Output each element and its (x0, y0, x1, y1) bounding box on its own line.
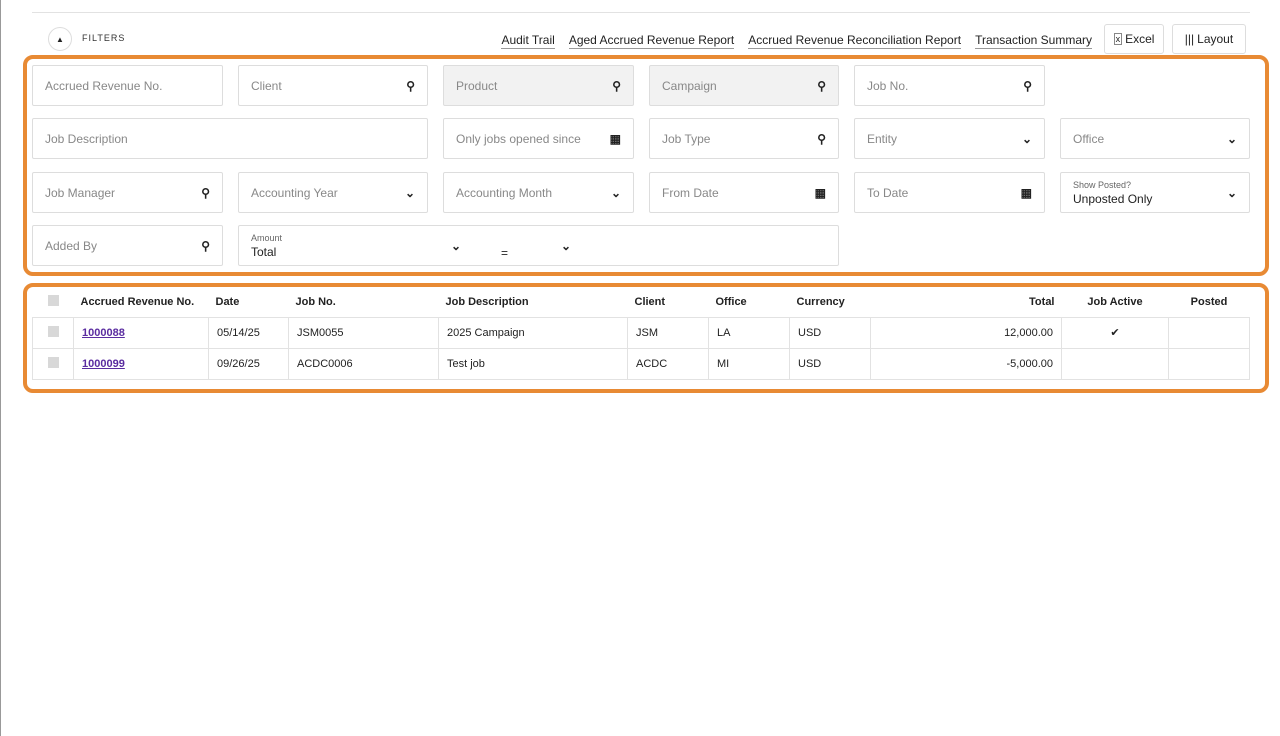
chevron-down-icon: ⌄ (1021, 131, 1032, 146)
col-header[interactable]: Total (871, 288, 1062, 317)
table-row: 1000088 05/14/25 JSM0055 2025 Campaign J… (32, 316, 1250, 349)
chevron-down-icon: ⌄ (1226, 131, 1237, 146)
job-description-input[interactable]: Job Description (32, 118, 428, 159)
search-icon: ⚲ (201, 185, 210, 200)
calendar-icon: ▦ (609, 131, 621, 146)
added-by-input[interactable]: Added By ⚲ (32, 225, 223, 266)
transaction-summary-link[interactable]: Transaction Summary (975, 33, 1092, 49)
col-header[interactable]: Accrued Revenue No. (74, 288, 209, 317)
amount-filter[interactable]: Amount Total ⌄ = ⌄ (238, 225, 839, 266)
job-no-input[interactable]: Job No. ⚲ (854, 65, 1045, 106)
accrued-no-link[interactable]: 1000099 (82, 358, 125, 370)
chevron-down-icon[interactable]: ⌄ (561, 239, 571, 253)
amount-operator[interactable]: = (501, 246, 561, 260)
posted-cell (1168, 316, 1250, 349)
col-header[interactable]: Currency (790, 288, 871, 317)
table-row: 1000099 09/26/25 ACDC0006 Test job ACDC … (32, 347, 1250, 380)
search-icon: ⚲ (817, 78, 826, 93)
select-all-checkbox[interactable] (47, 295, 59, 307)
search-icon: ⚲ (817, 131, 826, 146)
job-active-cell (1061, 347, 1169, 380)
columns-icon: ||| (1184, 32, 1195, 46)
date-cell: 09/26/25 (208, 347, 289, 380)
reconciliation-report-link[interactable]: Accrued Revenue Reconciliation Report (748, 33, 962, 49)
opened-since-date[interactable]: Only jobs opened since ▦ (443, 118, 634, 159)
accounting-year-select[interactable]: Accounting Year ⌄ (238, 172, 428, 213)
search-icon: ⚲ (201, 238, 210, 253)
office-cell: MI (708, 347, 790, 380)
col-header[interactable]: Client (628, 288, 709, 317)
total-cell: -5,000.00 (870, 347, 1062, 380)
results-table: Accrued Revenue No. Date Job No. Job Des… (32, 288, 1250, 380)
checkmark-icon: ✔ (1061, 316, 1169, 349)
office-cell: LA (708, 316, 790, 349)
to-date-input[interactable]: To Date ▦ (854, 172, 1045, 213)
col-header[interactable]: Job No. (289, 288, 439, 317)
excel-label: Excel (1125, 32, 1155, 46)
chevron-down-icon: ⌄ (610, 185, 621, 200)
col-header[interactable]: Posted (1169, 288, 1250, 317)
total-cell: 12,000.00 (870, 316, 1062, 349)
client-cell: JSM (627, 316, 709, 349)
job-manager-input[interactable]: Job Manager ⚲ (32, 172, 223, 213)
job-no-cell: ACDC0006 (288, 347, 439, 380)
job-type-input[interactable]: Job Type ⚲ (649, 118, 839, 159)
job-description-cell: 2025 Campaign (438, 316, 628, 349)
collapse-filters-button[interactable]: ▲ (48, 27, 72, 51)
calendar-icon: ▦ (814, 185, 826, 200)
campaign-input: Campaign ⚲ (649, 65, 839, 106)
client-input[interactable]: Client ⚲ (238, 65, 428, 106)
layout-button[interactable]: ||| Layout (1172, 24, 1246, 54)
aged-report-link[interactable]: Aged Accrued Revenue Report (568, 33, 735, 49)
search-icon: ⚲ (406, 78, 415, 93)
currency-cell: USD (789, 347, 871, 380)
chevron-down-icon: ⌄ (1226, 185, 1237, 200)
filters-label: FILTERS (82, 33, 126, 43)
show-posted-select[interactable]: Show Posted? Unposted Only ⌄ (1060, 172, 1250, 213)
report-links: Audit Trail Aged Accrued Revenue Report … (501, 33, 1092, 49)
layout-label: Layout (1197, 32, 1234, 46)
row-checkbox[interactable] (47, 356, 59, 368)
search-icon: ⚲ (1023, 78, 1032, 93)
client-cell: ACDC (627, 347, 709, 380)
accrued-no-link[interactable]: 1000088 (82, 327, 125, 339)
job-description-cell: Test job (438, 347, 628, 380)
col-header[interactable]: Job Description (439, 288, 628, 317)
accrued-no-input[interactable]: Accrued Revenue No. (32, 65, 223, 106)
search-icon: ⚲ (612, 78, 621, 93)
date-cell: 05/14/25 (208, 316, 289, 349)
posted-cell (1168, 347, 1250, 380)
audit-trail-link[interactable]: Audit Trail (501, 33, 555, 49)
col-header[interactable]: Office (709, 288, 790, 317)
job-no-cell: JSM0055 (288, 316, 439, 349)
col-header[interactable]: Date (209, 288, 289, 317)
entity-select[interactable]: Entity ⌄ (854, 118, 1045, 159)
chevron-down-icon: ⌄ (404, 185, 415, 200)
calendar-icon: ▦ (1020, 185, 1032, 200)
row-checkbox[interactable] (47, 325, 59, 337)
office-select[interactable]: Office ⌄ (1060, 118, 1250, 159)
divider (32, 12, 1250, 13)
chevron-down-icon[interactable]: ⌄ (451, 239, 501, 253)
excel-button[interactable]: x Excel (1104, 24, 1164, 54)
excel-icon: x (1113, 33, 1123, 45)
product-input: Product ⚲ (443, 65, 634, 106)
accounting-month-select[interactable]: Accounting Month ⌄ (443, 172, 634, 213)
from-date-input[interactable]: From Date ▦ (649, 172, 839, 213)
col-header[interactable]: Job Active (1062, 288, 1169, 317)
table-header: Accrued Revenue No. Date Job No. Job Des… (33, 288, 1250, 317)
currency-cell: USD (789, 316, 871, 349)
